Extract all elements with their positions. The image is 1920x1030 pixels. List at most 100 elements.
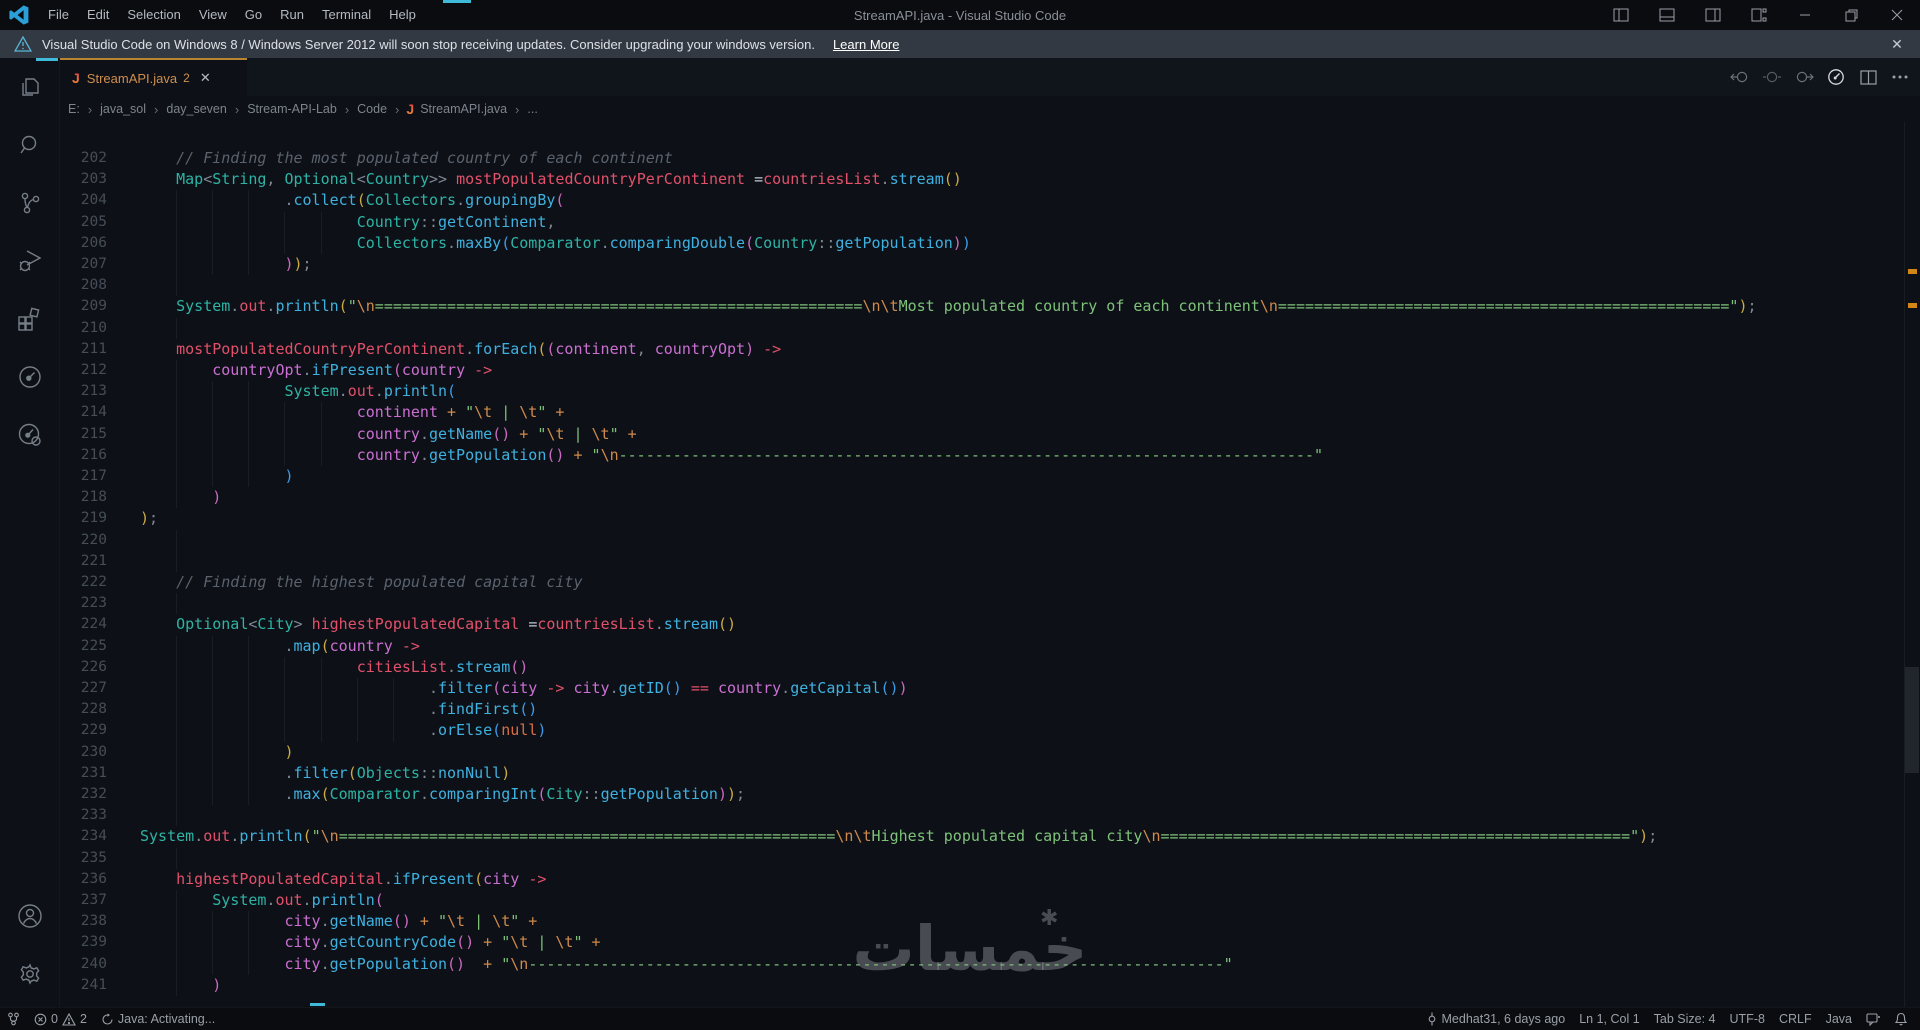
menu-run[interactable]: Run [271,0,313,30]
indent-guide [176,487,178,509]
run-debug-icon[interactable] [0,232,60,290]
learn-more-link[interactable]: Learn More [833,37,899,52]
breadcrumb-item[interactable]: Code [356,102,388,116]
menu-edit[interactable]: Edit [78,0,118,30]
tab-label: StreamAPI.java [86,70,178,86]
menu-file[interactable]: File [39,0,78,30]
problems-indicator[interactable]: 0 2 [27,1008,94,1030]
menu-bar: File Edit Selection View Go Run Terminal Help [39,0,425,30]
progress-bar-fragment [443,0,471,3]
tab-close-icon[interactable]: ✕ [200,70,211,86]
indent-guide [392,720,394,742]
breadcrumb-item[interactable]: Stream-API-Lab [246,102,338,116]
indent-guide [248,423,250,445]
line-number: 236 [80,870,107,887]
restore-icon[interactable] [1828,0,1874,30]
navigate-forward-icon[interactable] [1792,65,1816,89]
code-editor[interactable]: خمسات 202// Finding the most populated c… [60,122,1920,1007]
remote-indicator[interactable] [0,1008,27,1030]
explorer-icon[interactable] [0,58,60,116]
search-icon[interactable] [0,116,60,174]
indent-guide [212,678,214,700]
code-line: 207)); [60,254,1920,276]
status-utf-8[interactable]: UTF-8 [1723,1008,1772,1030]
line-number: 217 [80,468,107,484]
code-line: 204 .collect(Collectors.groupingBy( [60,190,1920,212]
indent-guide [284,699,286,721]
status-tab-size-4[interactable]: Tab Size: 4 [1647,1008,1723,1030]
warning-triangle-icon [14,36,32,52]
line-number: 206 [80,234,107,251]
indent-guide [176,741,178,763]
line-number: 239 [80,934,107,951]
menu-go[interactable]: Go [236,0,271,30]
code-text: country.getPopulation() + "\n-----------… [356,445,1324,464]
tab-streamapi-java[interactable]: J StreamAPI.java 2 ✕ [60,58,247,96]
line-number: 221 [80,552,107,569]
status-crlf[interactable]: CRLF [1772,1008,1819,1030]
sync-circle-icon[interactable] [1760,65,1784,89]
indent-guide [212,656,214,678]
menu-view[interactable]: View [190,0,236,30]
more-actions-icon[interactable] [1888,65,1912,89]
banner-close-icon[interactable]: ✕ [1882,30,1912,58]
line-number: 213 [80,383,107,400]
source-control-icon[interactable] [0,174,60,232]
status-git-commit[interactable]: Medhat31, 6 days ago [1419,1008,1573,1030]
navigate-back-icon[interactable] [1728,65,1752,89]
code-text: ) [284,467,294,485]
breadcrumb-item[interactable]: ... [526,102,538,116]
code-text: countryOpt.ifPresent(country -> [212,361,493,379]
indent-guide [176,911,178,933]
indent-guide [176,317,178,339]
settings-gear-icon[interactable] [0,945,60,1003]
indent-guide [284,678,286,700]
toggle-primary-sidebar-icon[interactable] [1598,0,1644,30]
java-projects-icon[interactable] [0,348,60,406]
toggle-panel-icon[interactable] [1644,0,1690,30]
window-title: StreamAPI.java - Visual Studio Code [853,7,1067,23]
breadcrumb-item[interactable]: E: [67,102,81,116]
status-ln-1-col-1[interactable]: Ln 1, Col 1 [1572,1008,1646,1030]
code-line: 233 [60,805,1920,827]
accounts-icon[interactable] [0,887,60,945]
breadcrumb-item[interactable]: StreamAPI.java [419,102,508,116]
breadcrumb-item[interactable]: day_seven [165,102,227,116]
line-number: 204 [80,192,107,209]
code-line: 232 .max(Comparator.comparingInt(City::ge… [60,784,1920,806]
editor-group: J StreamAPI.java 2 ✕ E: › java_sol › day_sev… [60,58,1920,1007]
code-line: 209 System.out.println("\n===============… [60,296,1920,317]
chevron-right-icon: › [395,101,400,117]
menu-selection[interactable]: Selection [118,0,189,30]
menu-terminal[interactable]: Terminal [313,0,380,30]
line-number: 222 [80,574,107,590]
close-window-icon[interactable] [1874,0,1920,30]
indent-guide [176,784,178,806]
minimize-icon[interactable] [1782,0,1828,30]
menu-help[interactable]: Help [380,0,425,30]
split-editor-icon[interactable] [1856,65,1880,89]
code-text: .max(Comparator.comparingInt(City::getPo… [284,785,746,803]
toggle-secondary-sidebar-icon[interactable] [1690,0,1736,30]
chevron-right-icon: › [515,101,520,117]
breadcrumb-item[interactable]: java_sol [99,102,147,116]
status-feedback[interactable] [1859,1008,1888,1030]
status-bell[interactable] [1888,1008,1914,1030]
indent-guide [284,402,286,424]
customize-layout-icon[interactable] [1736,0,1782,30]
bell-icon [1895,1012,1907,1026]
java-dependencies-icon[interactable] [0,406,60,464]
indent-guide [284,656,286,678]
indent-guide [284,423,286,445]
run-code-icon[interactable] [1824,65,1848,89]
extensions-icon[interactable] [0,290,60,348]
status-java[interactable]: Java [1819,1008,1859,1030]
line-number: 223 [80,595,107,612]
indent-guide [320,678,322,700]
java-activation-status[interactable]: Java: Activating... [94,1008,222,1030]
indent-guide [176,805,178,827]
line-number: 233 [80,807,107,824]
indent-guide [248,254,250,276]
indent-guide [212,254,214,276]
status-label: Ln 1, Col 1 [1579,1012,1640,1026]
